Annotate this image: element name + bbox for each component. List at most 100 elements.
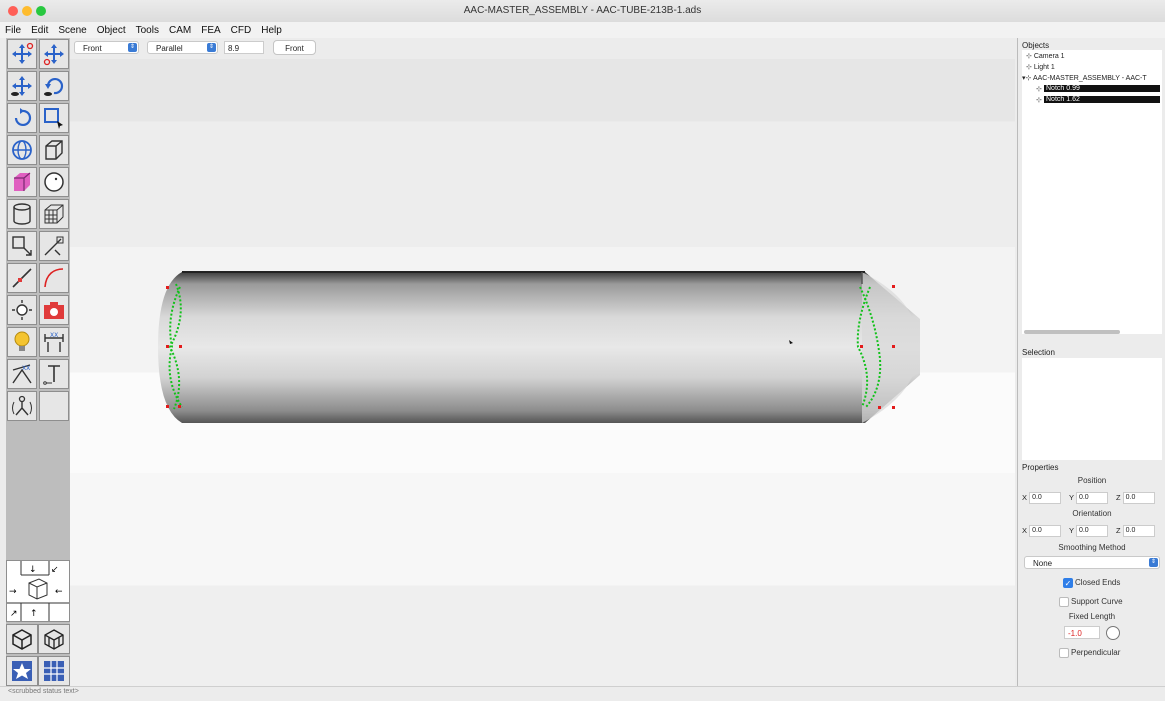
menu-edit[interactable]: Edit — [26, 25, 53, 36]
projection-select[interactable]: Parallel ⇕ — [147, 41, 218, 54]
scale-field[interactable]: 8.9 — [224, 41, 264, 54]
tree-item-notch-2[interactable]: Notch 1.62 — [1044, 96, 1160, 103]
bulb-icon — [14, 331, 30, 351]
scale-tool-button[interactable] — [7, 231, 37, 261]
line-icon — [12, 268, 32, 288]
chevron-updown-icon: ⇕ — [1149, 558, 1158, 567]
orientation-z-field[interactable]: Z 0.0 — [1116, 525, 1155, 537]
bulb-tool-button[interactable] — [7, 327, 37, 357]
svg-text:→: → — [9, 587, 17, 597]
selection-list[interactable] — [1022, 358, 1162, 460]
skew-icon — [44, 236, 64, 256]
status-text: <scrubbed status text> — [8, 688, 79, 695]
mesh-tool-button[interactable] — [39, 199, 69, 229]
menu-tools[interactable]: Tools — [131, 25, 164, 36]
svg-text:↗: ↗ — [10, 609, 18, 619]
globe-tool-button[interactable] — [7, 135, 37, 165]
tube-body[interactable] — [158, 271, 920, 423]
move-view-icon — [43, 44, 64, 66]
smoothing-method-value: None — [1033, 559, 1053, 568]
support-curve-label: Support Curve — [1071, 597, 1123, 606]
blank-tool-slot[interactable] — [39, 391, 69, 421]
object-tree[interactable]: ⊹ Camera 1 ⊹ Light 1 ▾⊹ AAC-MASTER_ASSEM… — [1022, 50, 1162, 334]
menu-scene[interactable]: Scene — [53, 25, 91, 36]
front-view-button[interactable]: Front — [273, 40, 316, 55]
menu-object[interactable]: Object — [92, 25, 131, 36]
tree-item-notch-1[interactable]: Notch 0.99 — [1044, 85, 1160, 92]
wireframe-view-button[interactable] — [6, 624, 38, 654]
rotate-icon — [14, 108, 32, 127]
tube-model[interactable] — [70, 59, 1015, 686]
sphere-tool-button[interactable] — [39, 167, 69, 197]
light-tool-button[interactable] — [7, 295, 37, 325]
view-toolbar: Front ⇕ Parallel ⇕ 8.9 Front — [70, 38, 1015, 59]
menu-cam[interactable]: CAM — [164, 25, 196, 36]
view-direction-value: Front — [83, 44, 102, 53]
chevron-updown-icon: ⇕ — [128, 43, 137, 52]
fixed-length-label: Fixed Length — [1068, 612, 1116, 621]
svg-text:←: ← — [55, 587, 63, 597]
wireframe-cube-icon — [12, 629, 32, 650]
dimension-icon: XX — [44, 332, 64, 352]
position-x-field[interactable]: X 0.0 — [1022, 492, 1062, 504]
fixed-length-field[interactable]: -1.0 — [1064, 626, 1100, 639]
move-camera-tool-button[interactable] — [7, 71, 37, 101]
menu-fea[interactable]: FEA — [196, 25, 225, 36]
select-region-icon — [44, 108, 63, 129]
angle-dimension-tool-button[interactable]: XX — [7, 359, 37, 389]
smoothing-method-select[interactable]: None ⇕ — [1024, 556, 1160, 569]
box-icon — [45, 140, 63, 160]
tree-item-light[interactable]: ⊹ Light 1 — [1026, 63, 1055, 71]
move-icon — [12, 42, 34, 64]
projection-value: Parallel — [156, 44, 183, 53]
light-icon — [12, 300, 32, 320]
fixed-length-dial-icon[interactable] — [1106, 626, 1120, 640]
support-curve-checkbox[interactable] — [1059, 597, 1069, 607]
move-tool-button[interactable] — [7, 39, 37, 69]
position-y-field[interactable]: Y 0.0 — [1069, 492, 1108, 504]
view-direction-select[interactable]: Front ⇕ — [74, 41, 139, 54]
dimension-tool-button[interactable]: XX — [39, 327, 69, 357]
horizontal-scrollbar[interactable] — [1024, 330, 1120, 334]
menu-file[interactable]: File — [0, 25, 26, 36]
curve-icon — [44, 268, 64, 288]
tree-item-camera[interactable]: ⊹ Camera 1 — [1026, 52, 1065, 60]
mesh-icon — [44, 204, 64, 224]
grid-view-button[interactable] — [38, 656, 70, 686]
tree-bullet-icon: ⊹ — [1036, 97, 1042, 104]
orientation-x-field[interactable]: X 0.0 — [1022, 525, 1062, 537]
curve-tool-button[interactable] — [39, 263, 69, 293]
orientation-y-field[interactable]: Y 0.0 — [1069, 525, 1108, 537]
perpendicular-checkbox[interactable] — [1059, 648, 1069, 658]
move-view-tool-button[interactable] — [39, 39, 69, 69]
rotate-tool-button[interactable] — [7, 103, 37, 133]
joint-tool-button[interactable] — [7, 391, 37, 421]
sphere-icon — [44, 172, 64, 192]
text-tool-tool-button[interactable] — [39, 359, 69, 389]
position-z-field[interactable]: Z 0.0 — [1116, 492, 1155, 504]
tree-item-assembly[interactable]: ▾⊹ AAC-MASTER_ASSEMBLY - AAC-T — [1022, 74, 1147, 82]
rotate-view-tool-button[interactable] — [39, 71, 69, 101]
select-region-tool-button[interactable] — [39, 103, 69, 133]
tree-bullet-icon: ⊹ — [1036, 86, 1042, 93]
rotate-view-icon — [44, 77, 64, 96]
closed-ends-checkbox[interactable]: ✓ — [1063, 578, 1073, 588]
cube-solid-tool-button[interactable] — [7, 167, 37, 197]
globe-icon — [12, 140, 32, 160]
box-tool-button[interactable] — [39, 135, 69, 165]
camera-tool-button[interactable] — [39, 295, 69, 325]
skew-tool-button[interactable] — [39, 231, 69, 261]
window-title: AAC-MASTER_ASSEMBLY - AAC-TUBE-213B-1.ad… — [463, 5, 702, 16]
view-navigation-widget[interactable]: ↓ ↙ → ← ↗ ↑ — [6, 560, 70, 622]
menu-help[interactable]: Help — [256, 25, 287, 36]
svg-text:↓: ↓ — [29, 565, 37, 575]
cylinder-icon — [13, 203, 31, 225]
shaded-view-button[interactable] — [38, 624, 70, 654]
angle-dimension-icon: XX — [12, 364, 32, 384]
favorites-button[interactable] — [6, 656, 38, 686]
3d-viewport[interactable] — [70, 59, 1015, 686]
orientation-label: Orientation — [1072, 509, 1112, 518]
line-tool-button[interactable] — [7, 263, 37, 293]
cylinder-tool-button[interactable] — [7, 199, 37, 229]
menu-cfd[interactable]: CFD — [226, 25, 257, 36]
